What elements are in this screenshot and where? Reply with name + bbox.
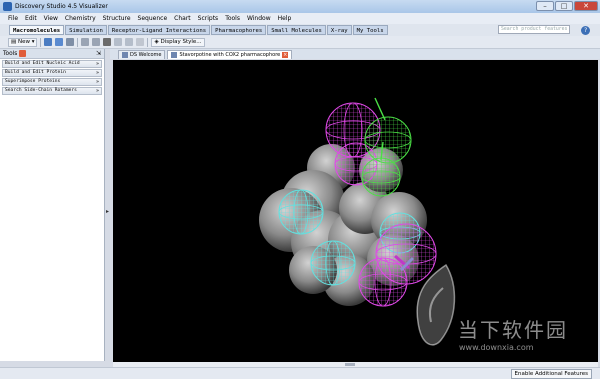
menu-edit[interactable]: Edit <box>25 15 37 22</box>
chevron-icon: » <box>95 88 99 94</box>
watermark-url: www.downxia.com <box>459 343 534 352</box>
molecule-icon <box>171 52 178 58</box>
copy-icon[interactable] <box>114 38 123 46</box>
menu-sequence[interactable]: Sequence <box>138 15 168 22</box>
redo-icon[interactable] <box>92 38 101 46</box>
tool-build-protein[interactable]: Build and Edit Protein » <box>2 69 102 77</box>
open-icon[interactable] <box>44 38 53 46</box>
tab-xray[interactable]: X-ray <box>326 25 352 35</box>
menu-file[interactable]: File <box>8 15 18 22</box>
close-icon[interactable]: × <box>282 52 289 58</box>
toolbar-separator <box>40 37 42 47</box>
paste-icon[interactable] <box>125 38 134 46</box>
collapse-panel-arrow-icon[interactable]: ▸ <box>106 208 109 215</box>
menu-tools[interactable]: Tools <box>225 15 240 22</box>
chevron-icon: » <box>95 70 99 76</box>
tools-panel-title: Tools <box>3 50 18 57</box>
tools-panel: Tools ⇲ Build and Edit Nucleic Acid » Bu… <box>0 49 105 361</box>
tool-build-nucleic-acid[interactable]: Build and Edit Nucleic Acid » <box>2 60 102 68</box>
menu-window[interactable]: Window <box>247 15 271 22</box>
save-icon[interactable] <box>55 38 64 46</box>
doc-tab-label: Stavorpotine with COX2 pharmacophore <box>179 52 281 58</box>
menu-chemistry[interactable]: Chemistry <box>65 15 96 22</box>
doc-tab-label: DS Welcome <box>130 52 162 58</box>
minimize-button[interactable]: – <box>536 1 554 11</box>
molecule-viewer[interactable]: 当下软件园 www.downxia.com <box>113 60 598 362</box>
menu-help[interactable]: Help <box>278 15 292 22</box>
tab-macromolecules[interactable]: Macromolecules <box>9 25 65 35</box>
toolbar-separator <box>147 37 149 47</box>
tab-my-tools[interactable]: My Tools <box>352 25 388 35</box>
search-input[interactable]: Search product features <box>498 25 570 34</box>
window-controls: – □ ✕ <box>536 1 598 11</box>
maximize-button[interactable]: □ <box>555 1 573 11</box>
watermark-text: 当下软件园 <box>458 318 568 342</box>
chevron-icon: » <box>95 79 99 85</box>
tool-superimpose-proteins[interactable]: Superimpose Proteins » <box>2 78 102 86</box>
display-style-label: Display Style... <box>160 38 202 45</box>
tab-receptor-ligand[interactable]: Receptor-Ligand Interactions <box>107 25 211 35</box>
cut-icon[interactable] <box>103 38 112 46</box>
tab-small-molecules[interactable]: Small Molecules <box>267 25 326 35</box>
menu-view[interactable]: View <box>44 15 58 22</box>
tool-search-rotamers[interactable]: Search Side-Chain Rotamers » <box>2 87 102 95</box>
menu-scripts[interactable]: Scripts <box>198 15 219 22</box>
aromatic-ring-feature <box>278 189 324 235</box>
donor-feature <box>358 257 408 307</box>
tab-simulation[interactable]: Simulation <box>65 25 107 35</box>
tool-item-label: Search Side-Chain Rotamers <box>5 88 77 93</box>
tab-pharmacophores[interactable]: Pharmacophores <box>211 25 267 35</box>
scrollbar-thumb[interactable] <box>345 363 355 366</box>
window-title: Discovery Studio 4.5 Visualizer <box>15 3 108 10</box>
undo-icon[interactable] <box>81 38 90 46</box>
tool-item-label: Build and Edit Nucleic Acid <box>5 61 80 66</box>
pin-icon[interactable]: ⇲ <box>96 50 101 57</box>
feature-tab-strip: Macromolecules Simulation Receptor-Ligan… <box>0 24 600 36</box>
tools-panel-header: Tools ⇲ <box>0 49 104 59</box>
settings-icon[interactable] <box>136 38 145 46</box>
close-button[interactable]: ✕ <box>574 1 598 11</box>
tool-item-label: Superimpose Proteins <box>5 79 61 84</box>
save-all-icon[interactable] <box>66 38 75 46</box>
main-toolbar: ▤ New ▾ ◈ Display Style... <box>0 36 600 49</box>
new-button-label: New <box>17 38 30 45</box>
close-icon[interactable] <box>19 50 27 57</box>
menu-chart[interactable]: Chart <box>174 15 191 22</box>
toolbar-separator <box>77 37 79 47</box>
aromatic-ring-feature <box>310 240 356 286</box>
display-style-button[interactable]: ◈ Display Style... <box>151 37 205 47</box>
help-icon[interactable]: ? <box>581 26 590 35</box>
status-bar: Enable Additional Features <box>0 367 600 379</box>
document-icon <box>122 52 128 58</box>
menu-bar: File Edit View Chemistry Structure Seque… <box>0 13 600 24</box>
app-icon <box>3 2 12 11</box>
menu-structure[interactable]: Structure <box>103 15 131 22</box>
tab-cox2-pharmacophore[interactable]: Stavorpotine with COX2 pharmacophore × <box>167 50 293 59</box>
enable-features-button[interactable]: Enable Additional Features <box>510 369 592 379</box>
tool-item-label: Build and Edit Protein <box>5 70 66 75</box>
document-tabs: DS Welcome Stavorpotine with COX2 pharma… <box>110 49 600 59</box>
tab-ds-welcome[interactable]: DS Welcome <box>118 50 166 59</box>
title-bar: Discovery Studio 4.5 Visualizer – □ ✕ <box>0 0 600 13</box>
hydrophobic-feature <box>364 97 412 164</box>
chevron-icon: » <box>95 61 99 67</box>
new-button[interactable]: ▤ New ▾ <box>8 37 38 47</box>
new-doc-icon: ▤ <box>11 38 18 45</box>
